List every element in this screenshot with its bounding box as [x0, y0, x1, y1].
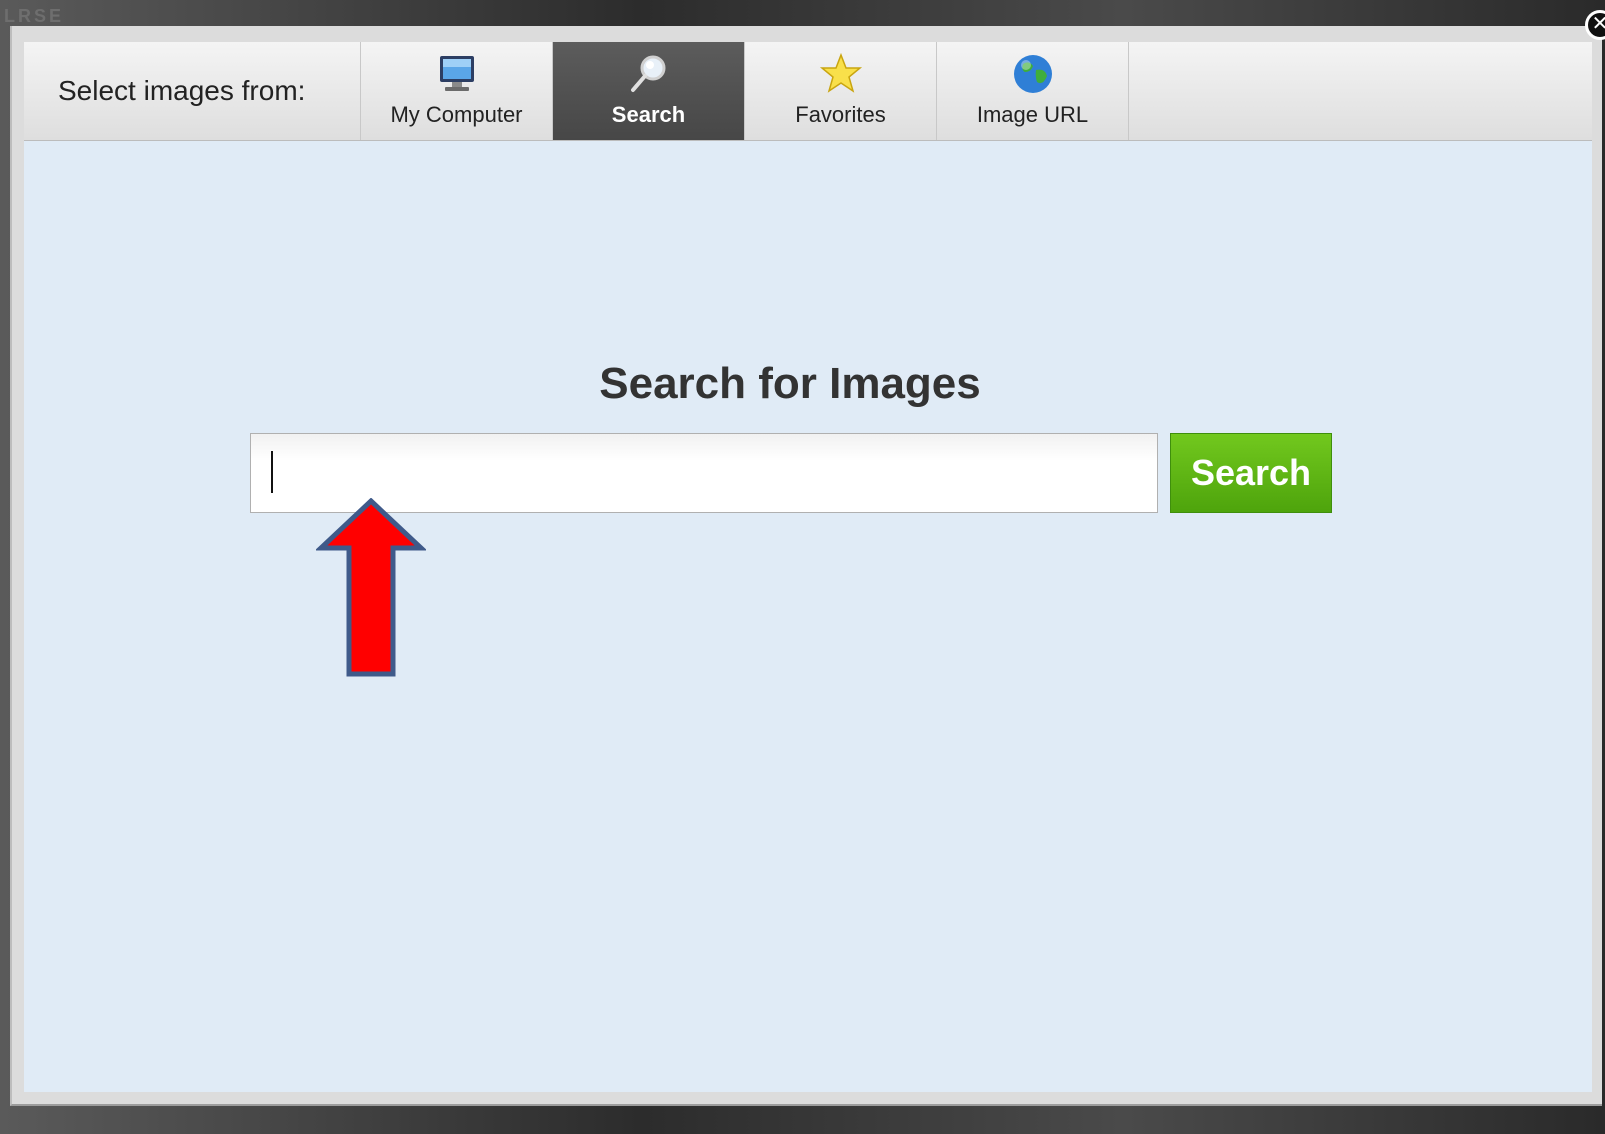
- tab-label: My Computer: [390, 102, 523, 127]
- tab-my-computer[interactable]: My Computer: [361, 42, 553, 140]
- monitor-icon: [439, 56, 474, 91]
- tab-image-url[interactable]: Image URL: [937, 42, 1129, 140]
- tab-favorites[interactable]: Favorites: [745, 42, 937, 140]
- magnifier-icon: [630, 55, 665, 92]
- source-tabbar: Select images from: My Computer Search F…: [24, 42, 1592, 141]
- search-panel: Search for Images Search: [24, 141, 1592, 1092]
- search-button[interactable]: Search: [1170, 433, 1332, 513]
- tab-label: Search: [611, 102, 686, 127]
- tab-label: Image URL: [976, 102, 1089, 127]
- text-cursor: [271, 451, 273, 493]
- globe-icon: [1013, 55, 1052, 93]
- star-icon: [819, 52, 862, 93]
- tab-search[interactable]: Search: [553, 42, 745, 140]
- tabbar-label: Select images from:: [24, 42, 361, 140]
- tab-label: Favorites: [795, 102, 886, 127]
- backdrop-text: LRSE: [4, 6, 65, 26]
- search-heading: Search for Images: [599, 359, 981, 408]
- up-arrow-annotation: [316, 498, 426, 677]
